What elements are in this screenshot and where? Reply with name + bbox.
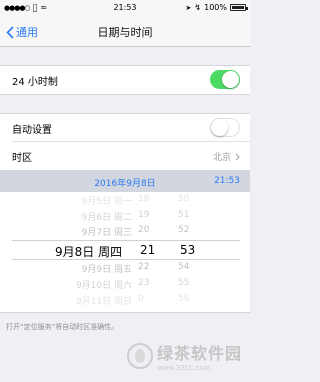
- picker-row[interactable]: 9月5日 周一 18 50: [0, 194, 250, 209]
- navigation-bar: 通用 日期与时间: [0, 15, 250, 47]
- picker-date: 9月11日 周日: [75, 297, 132, 307]
- selected-date-header[interactable]: 2016年9月8日 21:53: [0, 170, 250, 192]
- watermark-logo-icon: [126, 343, 153, 369]
- bluetooth-icon: ↯: [194, 3, 202, 12]
- auto-group: 自动设置 时区 北京 2016年9月8日 21:53 9月5日 周一 18 50 9月…: [0, 113, 250, 313]
- picker-minute: 55: [178, 278, 190, 288]
- battery-percent: 100%: [204, 3, 227, 12]
- picker-minute: 50: [178, 194, 190, 204]
- toggle-knob: [211, 119, 228, 136]
- picker-date: 9月10日 周六: [75, 281, 132, 291]
- hour24-cell: 24 小时制: [0, 66, 250, 94]
- picker-hour: 19: [138, 210, 150, 220]
- picker-selection-line: [12, 259, 240, 260]
- watermark: 绿茶软件园 www.33LC.com: [126, 340, 242, 372]
- watermark-text: 绿茶软件园 www.33LC.com: [157, 340, 242, 372]
- picker-minute: 56: [178, 294, 190, 304]
- picker-hour: 21: [140, 243, 156, 257]
- hour24-label: 24 小时制: [12, 76, 58, 88]
- auto-set-toggle[interactable]: [210, 118, 240, 137]
- picker-date: 9月6日 周二: [81, 213, 132, 223]
- hour24-toggle[interactable]: [210, 70, 240, 89]
- picker-row[interactable]: 9月7日 周三 20 52: [0, 225, 250, 240]
- timezone-cell[interactable]: 时区 北京: [0, 142, 250, 170]
- picker-hour: 0: [138, 294, 144, 304]
- watermark-url: www.33LC.com: [156, 364, 211, 372]
- selected-time: 21:53: [214, 176, 240, 186]
- picker-row[interactable]: 9月11日 周日 0 56: [0, 294, 250, 309]
- timezone-value: 北京: [212, 153, 231, 163]
- picker-hour: 22: [138, 262, 150, 272]
- picker-row[interactable]: 9月10日 周六 23 55: [0, 278, 250, 293]
- picker-hour: 18: [138, 194, 150, 204]
- picker-minute: 54: [178, 262, 190, 272]
- status-bar: ●●●●○  ≈ 21:53 ➤ ↯ 100%: [0, 0, 250, 15]
- picker-minute: 53: [180, 243, 196, 257]
- picker-row[interactable]: 9月6日 周二 19 51: [0, 210, 250, 225]
- picker-date: 9月9日 周五: [81, 265, 132, 275]
- picker-date: 9月5日 周一: [81, 197, 132, 207]
- timezone-value-wrap: 北京: [213, 150, 240, 163]
- hour24-group: 24 小时制: [0, 65, 250, 95]
- picker-hour: 23: [138, 278, 150, 288]
- auto-set-label: 自动设置: [12, 124, 52, 136]
- picker-date: 9月8日 周四: [55, 245, 123, 259]
- status-right: ➤ ↯ 100%: [185, 3, 248, 12]
- picker-row[interactable]: 9月9日 周五 22 54: [0, 262, 250, 277]
- picker-minute: 51: [178, 210, 190, 220]
- picker-hour: 20: [138, 225, 150, 235]
- location-services-note: 打开“定位服务”将自动时区准确性。: [6, 323, 119, 331]
- location-icon: ➤: [185, 3, 192, 12]
- auto-set-cell: 自动设置: [0, 114, 250, 142]
- picker-minute: 52: [178, 225, 190, 235]
- chevron-right-icon: [235, 153, 240, 160]
- section-spacer-1: [0, 47, 250, 65]
- picker-date: 9月7日 周三: [81, 228, 132, 238]
- selected-date: 2016年9月8日: [94, 179, 156, 189]
- date-time-picker[interactable]: 9月5日 周一 18 50 9月6日 周二 19 51 9月7日 周三 20 52 9月8日 周四…: [0, 192, 250, 312]
- toggle-knob: [222, 71, 239, 88]
- picker-row-selected[interactable]: 9月8日 周四 21 53: [0, 243, 250, 259]
- section-spacer-2: [0, 95, 250, 113]
- timezone-label: 时区: [12, 152, 32, 164]
- picker-selection-line: [12, 240, 240, 241]
- battery-icon: [230, 4, 248, 11]
- page-title: 日期与时间: [97, 26, 153, 39]
- watermark-name: 绿茶软件园: [156, 344, 242, 363]
